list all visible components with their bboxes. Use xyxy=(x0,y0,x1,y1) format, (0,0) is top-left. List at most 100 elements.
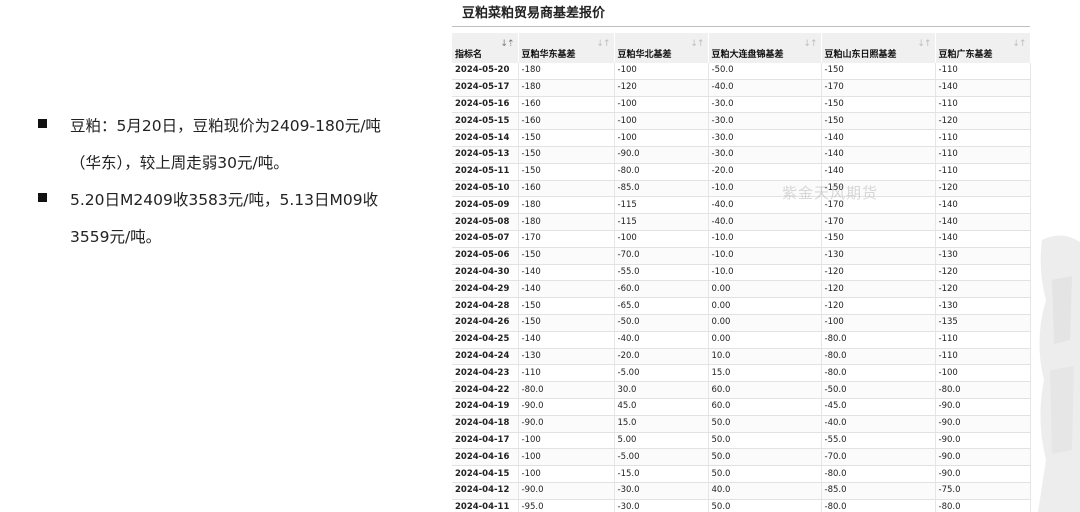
value-cell: -140 xyxy=(935,79,1031,97)
value-cell: -110 xyxy=(935,129,1031,147)
table-row[interactable]: 2024-04-18 -90.0 15.0 50.0 -40.0 -90.0 xyxy=(452,415,1031,433)
value-cell: -85.0 xyxy=(821,482,936,500)
column-header-indicator[interactable]: 指标名 ↓⇡ xyxy=(452,33,519,63)
value-cell: -140 xyxy=(518,331,615,349)
value-cell: -110 xyxy=(935,348,1031,366)
value-cell: 50.0 xyxy=(708,499,822,512)
value-cell: -15.0 xyxy=(614,465,709,483)
value-cell: -100 xyxy=(821,314,936,332)
value-cell: -120 xyxy=(935,264,1031,282)
sort-icon[interactable]: ↓↑ xyxy=(1012,39,1026,49)
value-cell: -140 xyxy=(518,264,615,282)
value-cell: -80.0 xyxy=(935,381,1031,399)
value-cell: 40.0 xyxy=(708,482,822,500)
value-cell: -180 xyxy=(518,79,615,97)
value-cell: -110 xyxy=(935,96,1031,114)
value-cell: -100 xyxy=(935,364,1031,383)
table-row[interactable]: 2024-04-12 -90.0 -30.0 40.0 -85.0 -75.0 xyxy=(452,482,1031,500)
bullet-item-futures-close: 5.20日M2409收3583元/吨，5.13日M09收 3559元/吨。 xyxy=(38,182,398,256)
column-header-east-china[interactable]: 豆粕华东基差 ↓↑ xyxy=(518,33,615,63)
value-cell: -90.0 xyxy=(614,146,709,164)
value-cell: -120 xyxy=(614,79,709,97)
value-cell: 45.0 xyxy=(614,398,709,416)
table-row[interactable]: 2024-05-11 -150 -80.0 -20.0 -140 -110 xyxy=(452,163,1031,181)
table-row[interactable]: 2024-05-13 -150 -90.0 -30.0 -140 -110 xyxy=(452,146,1031,164)
value-cell: -10.0 xyxy=(708,230,822,248)
value-cell: -140 xyxy=(821,129,936,147)
table-row[interactable]: 2024-04-19 -90.0 45.0 60.0 -45.0 -90.0 xyxy=(452,398,1031,416)
value-cell: -65.0 xyxy=(614,297,709,315)
column-header-label: 豆粕山东日照基差 xyxy=(824,50,897,60)
table-row[interactable]: 2024-05-09 -180 -115 -40.0 -170 -140 xyxy=(452,196,1031,215)
table-body: 2024-05-20 -180 -100 -50.0 -150 -110 2024-05-1… xyxy=(452,63,1031,512)
table-row[interactable]: 2024-04-30 -140 -55.0 -10.0 -120 -120 xyxy=(452,264,1031,282)
value-cell: -135 xyxy=(935,314,1031,332)
value-cell: 15.0 xyxy=(708,364,822,383)
value-cell: -140 xyxy=(935,196,1031,215)
date-cell: 2024-05-20 xyxy=(452,63,519,80)
table-row[interactable]: 2024-04-24 -130 -20.0 10.0 -80.0 -110 xyxy=(452,348,1031,366)
sort-desc-icon[interactable]: ↓⇡ xyxy=(500,39,514,49)
table-row[interactable]: 2024-05-06 -150 -70.0 -10.0 -130 -130 xyxy=(452,247,1031,265)
table-row[interactable]: 2024-04-28 -150 -65.0 0.00 -120 -130 xyxy=(452,297,1031,315)
value-cell: -60.0 xyxy=(614,280,709,299)
table-row[interactable]: 2024-05-07 -170 -100 -10.0 -150 -140 xyxy=(452,230,1031,248)
date-cell: 2024-04-28 xyxy=(452,297,519,315)
decorative-seal-icon xyxy=(1038,235,1080,512)
value-cell: -160 xyxy=(518,96,615,114)
value-cell: -120 xyxy=(935,180,1031,198)
value-cell: -10.0 xyxy=(708,264,822,282)
value-cell: 0.00 xyxy=(708,331,822,349)
sort-icon[interactable]: ↓↑ xyxy=(596,39,610,49)
table-row[interactable]: 2024-04-15 -100 -15.0 50.0 -80.0 -90.0 xyxy=(452,465,1031,483)
table-row[interactable]: 2024-05-08 -180 -115 -40.0 -170 -140 xyxy=(452,213,1031,231)
value-cell: 0.00 xyxy=(708,297,822,315)
value-cell: -110 xyxy=(935,146,1031,164)
value-cell: -120 xyxy=(935,280,1031,299)
value-cell: -100 xyxy=(614,129,709,147)
table-row[interactable]: 2024-05-17 -180 -120 -40.0 -170 -140 xyxy=(452,79,1031,97)
table-row[interactable]: 2024-04-16 -100 -5.00 50.0 -70.0 -90.0 xyxy=(452,448,1031,467)
table-row[interactable]: 2024-05-10 -160 -85.0 -10.0 -150 -120 xyxy=(452,180,1031,198)
value-cell: -80.0 xyxy=(614,163,709,181)
column-header-shandong-rizhao[interactable]: 豆粕山东日照基差 ↓↑ xyxy=(821,33,936,63)
value-cell: -100 xyxy=(614,112,709,131)
value-cell: -130 xyxy=(935,297,1031,315)
table-row[interactable]: 2024-04-25 -140 -40.0 0.00 -80.0 -110 xyxy=(452,331,1031,349)
table-row[interactable]: 2024-04-17 -100 5.00 50.0 -55.0 -90.0 xyxy=(452,432,1031,450)
table-row[interactable]: 2024-04-23 -110 -5.00 15.0 -80.0 -100 xyxy=(452,364,1031,383)
sort-icon[interactable]: ↓↑ xyxy=(803,39,817,49)
table-title: 豆粕菜粕贸易商基差报价 xyxy=(452,0,1030,27)
column-header-guangdong[interactable]: 豆粕广东基差 ↓↑ xyxy=(935,33,1031,63)
table-row[interactable]: 2024-04-29 -140 -60.0 0.00 -120 -120 xyxy=(452,280,1031,299)
table-row[interactable]: 2024-04-26 -150 -50.0 0.00 -100 -135 xyxy=(452,314,1031,332)
value-cell: -100 xyxy=(518,465,615,483)
value-cell: -95.0 xyxy=(518,499,615,512)
value-cell: -120 xyxy=(821,297,936,315)
value-cell: -100 xyxy=(614,63,709,80)
table-row[interactable]: 2024-05-20 -180 -100 -50.0 -150 -110 xyxy=(452,63,1031,80)
value-cell: -45.0 xyxy=(821,398,936,416)
value-cell: -80.0 xyxy=(518,381,615,399)
sort-icon[interactable]: ↓↑ xyxy=(917,39,931,49)
sort-icon[interactable]: ↓↑ xyxy=(690,39,704,49)
value-cell: 50.0 xyxy=(708,415,822,433)
table-row[interactable]: 2024-05-15 -160 -100 -30.0 -150 -120 xyxy=(452,112,1031,131)
table-row[interactable]: 2024-05-16 -160 -100 -30.0 -150 -110 xyxy=(452,96,1031,114)
value-cell: -80.0 xyxy=(821,348,936,366)
date-cell: 2024-04-29 xyxy=(452,280,519,299)
value-cell: -30.0 xyxy=(708,146,822,164)
value-cell: -110 xyxy=(935,331,1031,349)
table-row[interactable]: 2024-05-14 -150 -100 -30.0 -140 -110 xyxy=(452,129,1031,147)
value-cell: -110 xyxy=(935,63,1031,80)
column-header-dalian-panjin[interactable]: 豆粕大连盘锦基差 ↓↑ xyxy=(708,33,822,63)
value-cell: -80.0 xyxy=(821,331,936,349)
table-row[interactable]: 2024-04-22 -80.0 30.0 60.0 -50.0 -80.0 xyxy=(452,381,1031,399)
date-cell: 2024-04-23 xyxy=(452,364,519,383)
value-cell: -130 xyxy=(518,348,615,366)
column-header-north-china[interactable]: 豆粕华北基差 ↓↑ xyxy=(614,33,709,63)
date-cell: 2024-05-08 xyxy=(452,213,519,231)
value-cell: -30.0 xyxy=(708,96,822,114)
value-cell: -150 xyxy=(821,230,936,248)
table-row[interactable]: 2024-04-11 -95.0 -30.0 50.0 -80.0 -80.0 xyxy=(452,499,1031,512)
